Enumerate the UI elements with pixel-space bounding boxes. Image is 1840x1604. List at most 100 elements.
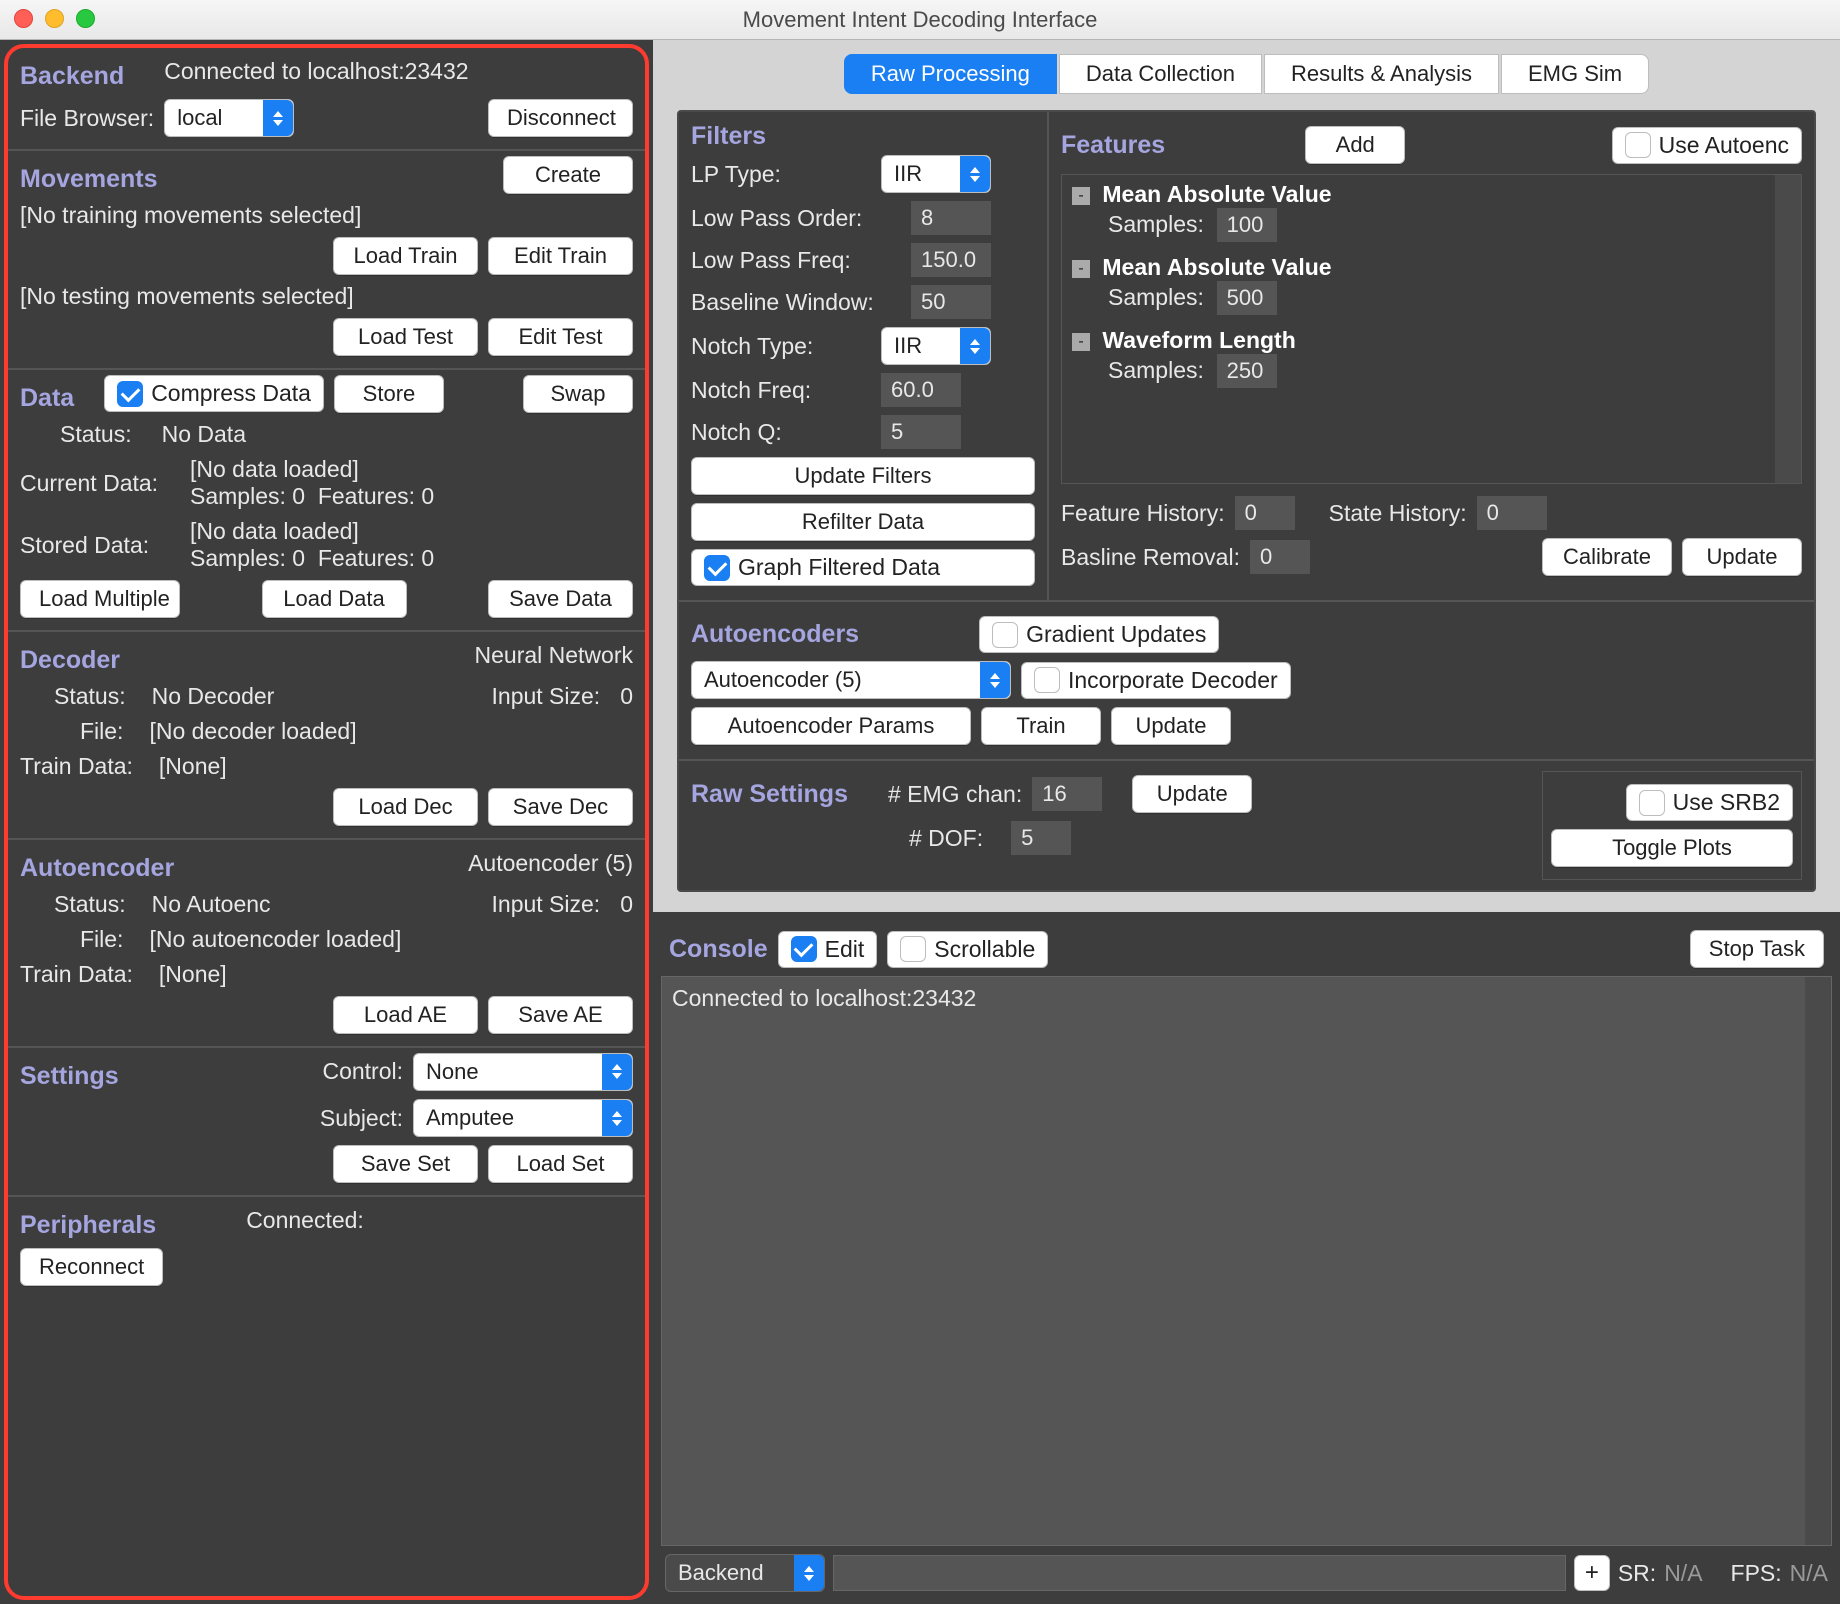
filters-title: Filters bbox=[691, 122, 1035, 151]
notchfreq-field[interactable]: 60.0 bbox=[881, 373, 961, 407]
movements-title: Movements bbox=[20, 155, 158, 194]
lptype-select[interactable]: IIR bbox=[881, 155, 991, 193]
no-testing-label: [No testing movements selected] bbox=[20, 283, 354, 310]
swap-button[interactable]: Swap bbox=[523, 375, 633, 413]
console-title: Console bbox=[669, 935, 768, 964]
scrollbar[interactable] bbox=[1775, 175, 1801, 483]
feature2-samples-field[interactable]: 250 bbox=[1217, 354, 1277, 388]
dof-label: # DOF: bbox=[909, 825, 983, 852]
save-set-button[interactable]: Save Set bbox=[333, 1145, 478, 1183]
baseline-removal-label: Basline Removal: bbox=[1061, 544, 1240, 571]
stop-task-button[interactable]: Stop Task bbox=[1690, 930, 1824, 968]
tabs: Raw Processing Data Collection Results &… bbox=[663, 54, 1830, 94]
edit-test-button[interactable]: Edit Test bbox=[488, 318, 633, 356]
autoenc-status-label: Status: bbox=[54, 891, 126, 918]
stored-samples: Samples: 0 bbox=[190, 545, 305, 571]
baseline-field[interactable]: 50 bbox=[911, 285, 991, 319]
load-set-button[interactable]: Load Set bbox=[488, 1145, 633, 1183]
load-multiple-button[interactable]: Load Multiple bbox=[20, 580, 180, 618]
tab-results-analysis[interactable]: Results & Analysis bbox=[1264, 54, 1499, 94]
lpfreq-field[interactable]: 150.0 bbox=[911, 243, 991, 277]
stored-data-label: Stored Data: bbox=[20, 532, 180, 559]
lporder-field[interactable]: 8 bbox=[911, 201, 991, 235]
edit-train-button[interactable]: Edit Train bbox=[488, 237, 633, 275]
features-update-button[interactable]: Update bbox=[1682, 538, 1802, 576]
raw-update-button[interactable]: Update bbox=[1132, 775, 1252, 813]
feature-history-field[interactable]: 0 bbox=[1235, 496, 1295, 530]
create-button[interactable]: Create bbox=[503, 156, 633, 194]
raw-settings-title: Raw Settings bbox=[691, 780, 848, 809]
console-scrollable-checkbox[interactable]: Scrollable bbox=[887, 931, 1048, 968]
control-select[interactable]: None bbox=[413, 1053, 633, 1091]
scrollbar[interactable] bbox=[1805, 977, 1831, 1545]
data-status-value: No Data bbox=[162, 421, 246, 448]
feature-item[interactable]: - Mean Absolute Value Samples: 100 bbox=[1062, 175, 1801, 248]
load-test-button[interactable]: Load Test bbox=[333, 318, 478, 356]
feature-item[interactable]: - Waveform Length Samples: 250 bbox=[1062, 321, 1801, 394]
update-filters-button[interactable]: Update Filters bbox=[691, 457, 1035, 495]
load-ae-button[interactable]: Load AE bbox=[333, 996, 478, 1034]
subject-select[interactable]: Amputee bbox=[413, 1099, 633, 1137]
feature-item[interactable]: - Mean Absolute Value Samples: 500 bbox=[1062, 248, 1801, 321]
refilter-data-button[interactable]: Refilter Data bbox=[691, 503, 1035, 541]
autoenc-status-value: No Autoenc bbox=[152, 891, 271, 918]
control-label: Control: bbox=[322, 1058, 403, 1085]
file-browser-select[interactable]: local bbox=[164, 99, 294, 137]
notchq-field[interactable]: 5 bbox=[881, 415, 961, 449]
autoencoder-train-button[interactable]: Train bbox=[981, 707, 1101, 745]
toggle-plots-button[interactable]: Toggle Plots bbox=[1551, 829, 1793, 867]
store-button[interactable]: Store bbox=[334, 375, 444, 413]
feature-history-label: Feature History: bbox=[1061, 500, 1225, 527]
use-srb2-checkbox[interactable]: Use SRB2 bbox=[1626, 784, 1793, 821]
autoencoder-params-button[interactable]: Autoencoder Params bbox=[691, 707, 971, 745]
peripherals-title: Peripherals bbox=[20, 1201, 156, 1240]
sr-label: SR: bbox=[1618, 1560, 1656, 1587]
console-output[interactable]: Connected to localhost:23432 bbox=[661, 976, 1832, 1546]
peripherals-connected: Connected: bbox=[246, 1207, 364, 1234]
save-dec-button[interactable]: Save Dec bbox=[488, 788, 633, 826]
feature1-samples-field[interactable]: 500 bbox=[1217, 281, 1277, 315]
autoencoder-select[interactable]: Autoencoder (5) bbox=[691, 661, 1011, 699]
backend-connected: Connected to localhost:23432 bbox=[164, 58, 468, 85]
save-ae-button[interactable]: Save AE bbox=[488, 996, 633, 1034]
incorporate-decoder-checkbox[interactable]: Incorporate Decoder bbox=[1021, 662, 1291, 699]
autoenc-inputsize-value: 0 bbox=[620, 891, 633, 918]
fullscreen-icon[interactable] bbox=[76, 9, 95, 28]
close-icon[interactable] bbox=[14, 9, 33, 28]
collapse-icon[interactable]: - bbox=[1072, 333, 1090, 351]
autoenc-file-value: [No autoencoder loaded] bbox=[149, 926, 401, 953]
gradient-updates-checkbox[interactable]: Gradient Updates bbox=[979, 616, 1219, 653]
load-dec-button[interactable]: Load Dec bbox=[333, 788, 478, 826]
console-source-select[interactable]: Backend bbox=[665, 1554, 825, 1592]
autoenc-file-label: File: bbox=[80, 926, 123, 953]
console-edit-checkbox[interactable]: Edit bbox=[778, 931, 878, 968]
save-data-button[interactable]: Save Data bbox=[488, 580, 633, 618]
minimize-icon[interactable] bbox=[45, 9, 64, 28]
decoder-inputsize-label: Input Size: bbox=[492, 683, 601, 710]
tab-data-collection[interactable]: Data Collection bbox=[1059, 54, 1262, 94]
baseline-removal-field[interactable]: 0 bbox=[1250, 540, 1310, 574]
collapse-icon[interactable]: - bbox=[1072, 260, 1090, 278]
disconnect-button[interactable]: Disconnect bbox=[488, 99, 633, 137]
features-title: Features bbox=[1061, 131, 1165, 160]
autoencoder-update-button[interactable]: Update bbox=[1111, 707, 1231, 745]
console-input[interactable] bbox=[833, 1555, 1566, 1591]
state-history-field[interactable]: 0 bbox=[1477, 496, 1547, 530]
console-add-button[interactable]: + bbox=[1574, 1555, 1610, 1591]
feature0-samples-field[interactable]: 100 bbox=[1217, 208, 1277, 242]
dof-field[interactable]: 5 bbox=[1011, 821, 1071, 855]
load-train-button[interactable]: Load Train bbox=[333, 237, 478, 275]
graph-filtered-checkbox[interactable]: Graph Filtered Data bbox=[691, 549, 1035, 586]
notchq-label: Notch Q: bbox=[691, 419, 871, 446]
calibrate-button[interactable]: Calibrate bbox=[1542, 538, 1672, 576]
compress-data-checkbox[interactable]: Compress Data bbox=[104, 375, 324, 412]
emg-chan-field[interactable]: 16 bbox=[1032, 777, 1102, 811]
notchtype-select[interactable]: IIR bbox=[881, 327, 991, 365]
tab-raw-processing[interactable]: Raw Processing bbox=[844, 54, 1057, 94]
add-feature-button[interactable]: Add bbox=[1305, 126, 1405, 164]
load-data-button[interactable]: Load Data bbox=[262, 580, 407, 618]
collapse-icon[interactable]: - bbox=[1072, 187, 1090, 205]
use-autoenc-checkbox[interactable]: Use Autoenc bbox=[1612, 127, 1802, 164]
tab-emg-sim[interactable]: EMG Sim bbox=[1501, 54, 1649, 94]
reconnect-button[interactable]: Reconnect bbox=[20, 1248, 163, 1286]
